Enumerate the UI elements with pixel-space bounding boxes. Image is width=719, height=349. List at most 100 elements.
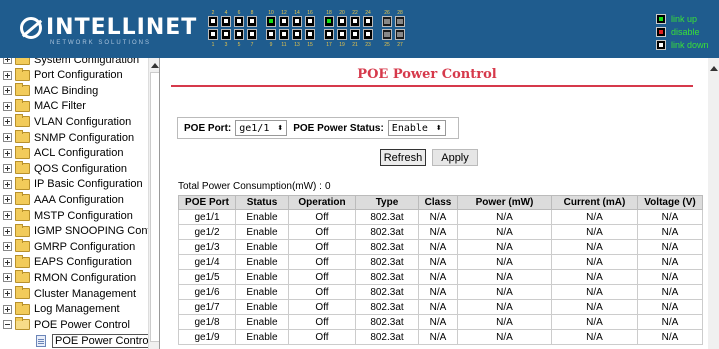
table-cell: N/A — [551, 314, 638, 330]
sidebar-item[interactable]: IGMP SNOOPING Config — [3, 223, 159, 239]
port-icon[interactable] — [395, 16, 405, 27]
port-icon[interactable] — [279, 29, 289, 40]
sidebar-item[interactable]: EAPS Configuration — [3, 254, 132, 270]
port-icon[interactable] — [221, 16, 231, 27]
port-icon[interactable] — [266, 29, 276, 40]
expand-icon[interactable] — [3, 148, 12, 158]
refresh-button[interactable]: Refresh — [380, 149, 426, 166]
port-icon[interactable] — [234, 29, 244, 40]
document-icon — [36, 335, 46, 348]
table-body: ge1/1 Enable Off 802.3at N/A N/A N/A N/A ge1/2 En… — [178, 209, 703, 345]
port-icon[interactable] — [382, 16, 392, 27]
column-header: Voltage (V) — [637, 195, 703, 210]
expand-icon[interactable] — [3, 195, 12, 205]
poe-status-select[interactable]: Enable ⬍ — [387, 120, 446, 136]
expand-icon[interactable] — [3, 86, 12, 96]
port-icon[interactable] — [337, 29, 347, 40]
table-cell: N/A — [637, 284, 703, 300]
folder-icon — [15, 67, 30, 81]
folder-icon — [15, 83, 30, 97]
port-icon[interactable] — [279, 16, 289, 27]
scroll-up-arrow-icon[interactable] — [710, 66, 718, 71]
port-icon[interactable] — [266, 16, 276, 27]
port-icon[interactable] — [395, 29, 405, 40]
expand-icon[interactable] — [3, 58, 12, 64]
expand-icon[interactable] — [3, 226, 12, 236]
expand-icon[interactable] — [3, 211, 12, 220]
sidebar-item[interactable]: SNMP Configuration — [3, 130, 134, 145]
folder-icon — [15, 223, 30, 237]
port-icon[interactable] — [363, 16, 373, 27]
port-icon[interactable] — [324, 16, 334, 27]
poe-port-form: POE Port: ge1/1 ⬍ POE Power Status: Enab… — [177, 117, 459, 139]
expand-icon[interactable] — [3, 289, 12, 298]
legend-link-down: link down — [656, 39, 709, 51]
table-cell: N/A — [637, 269, 703, 285]
port-icon[interactable] — [324, 29, 334, 40]
main-scrollbar[interactable] — [708, 58, 719, 349]
sidebar-item-label: POE Power Control — [34, 318, 130, 331]
sidebar-item[interactable]: MSTP Configuration — [3, 208, 133, 223]
port-icon[interactable] — [350, 16, 360, 27]
expand-icon[interactable] — [3, 70, 12, 80]
port-icon[interactable] — [363, 29, 373, 40]
sidebar-item-poe-power-control[interactable]: POE Power Control — [36, 334, 154, 349]
port-icon[interactable] — [208, 16, 218, 27]
port-icon[interactable] — [292, 29, 302, 40]
sidebar-item[interactable]: AAA Configuration — [3, 192, 124, 207]
sidebar-item[interactable]: RMON Configuration — [3, 270, 136, 285]
port-icon[interactable] — [221, 29, 231, 40]
port-icon[interactable] — [208, 29, 218, 40]
port-icon[interactable] — [247, 29, 257, 40]
table-cell: 802.3at — [355, 299, 419, 315]
port-icon[interactable] — [305, 16, 315, 27]
port-icon[interactable] — [382, 29, 392, 40]
poe-port-select[interactable]: ge1/1 ⬍ — [235, 120, 288, 136]
select-arrows-icon: ⬍ — [277, 124, 284, 132]
sidebar-item[interactable]: IP Basic Configuration — [3, 176, 143, 192]
sidebar-item[interactable]: Log Management — [3, 301, 120, 317]
expand-icon[interactable] — [3, 304, 12, 314]
collapse-icon[interactable] — [3, 320, 12, 330]
sidebar-item[interactable]: System Configuration — [3, 58, 139, 67]
scroll-up-arrow-icon[interactable] — [151, 63, 159, 68]
sidebar-item[interactable]: GMRP Configuration — [3, 239, 135, 254]
expand-icon[interactable] — [3, 273, 12, 283]
total-power: Total Power Consumption(mW) :0 — [178, 181, 334, 192]
port-icon[interactable] — [305, 29, 315, 40]
sidebar-item[interactable]: Port Configuration — [3, 67, 123, 83]
sidebar-item[interactable]: QOS Configuration — [3, 161, 127, 176]
sidebar-item[interactable]: MAC Filter — [3, 98, 86, 114]
expand-icon[interactable] — [3, 117, 12, 127]
expand-icon[interactable] — [3, 164, 12, 174]
sidebar-item-label: Log Management — [34, 303, 120, 316]
expand-icon[interactable] — [3, 179, 12, 189]
sidebar-item[interactable]: POE Power Control — [3, 317, 130, 332]
port-icon[interactable] — [247, 16, 257, 27]
port-number: 23 — [365, 42, 371, 48]
sidebar-item-label: Port Configuration — [34, 69, 123, 82]
port-icon[interactable] — [337, 16, 347, 27]
expand-icon[interactable] — [3, 133, 12, 142]
port-icon[interactable] — [234, 16, 244, 27]
apply-button[interactable]: Apply — [432, 149, 478, 166]
scrollbar-thumb[interactable] — [150, 72, 159, 342]
sidebar-scrollbar[interactable] — [148, 58, 159, 349]
table-row: ge1/1 Enable Off 802.3at N/A N/A N/A N/A — [178, 209, 703, 225]
expand-icon[interactable] — [3, 242, 12, 252]
port-icon[interactable] — [292, 16, 302, 27]
expand-icon[interactable] — [3, 101, 12, 111]
table-cell: N/A — [418, 314, 458, 330]
sidebar-item[interactable]: MAC Binding — [3, 83, 98, 98]
sidebar-item[interactable]: Cluster Management — [3, 286, 136, 301]
table-cell: N/A — [637, 299, 703, 315]
select-arrows-icon: ⬍ — [435, 124, 442, 132]
sidebar-item[interactable]: ACL Configuration — [3, 145, 123, 161]
port-number: 17 — [326, 42, 332, 48]
expand-icon[interactable] — [3, 257, 12, 267]
port-number: 13 — [294, 42, 300, 48]
sidebar-item[interactable]: VLAN Configuration — [3, 114, 131, 129]
table-cell: N/A — [457, 269, 552, 285]
port-icon[interactable] — [350, 29, 360, 40]
link-up-icon — [656, 14, 666, 24]
